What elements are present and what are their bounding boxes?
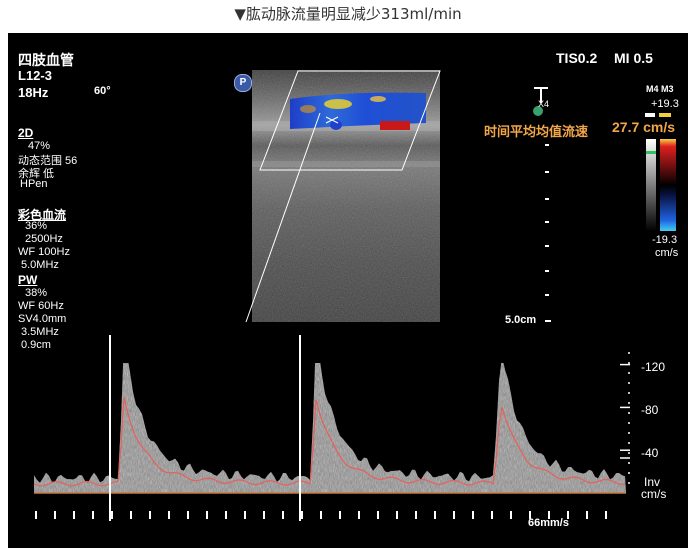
frame-rate: 18Hz — [18, 85, 49, 100]
depth-marker-label: X4 — [538, 99, 550, 109]
pw-depth: 0.9cm — [21, 339, 51, 351]
probe-name: L12-3 — [18, 68, 52, 83]
depth-value: 5.0cm — [505, 314, 537, 326]
doppler-angle: 60° — [94, 85, 111, 97]
velocity-tick-80: -80 — [641, 403, 659, 417]
color-flow-prf: 2500Hz — [25, 233, 63, 245]
pw-wall-filter: WF 60Hz — [18, 300, 64, 312]
measurement-value: 27.7 cm/s — [612, 119, 676, 135]
preset-name: 四肢血管 — [18, 52, 74, 68]
ultrasound-graphics — [33, 70, 676, 521]
doppler-unit: cm/s — [641, 487, 667, 501]
color-map-labels: M4 M3 — [646, 84, 674, 94]
doppler-spectrum — [33, 335, 630, 521]
sweep-speed: 66mm/s — [528, 517, 569, 529]
color-flow-frequency: 5.0MHz — [21, 259, 59, 271]
measurement-label: 时间平均均值流速 — [484, 124, 589, 139]
velocity-tick-40: -40 — [641, 446, 659, 460]
pw-frequency: 3.5MHz — [21, 326, 59, 338]
color-bar-min: -19.3 — [652, 234, 678, 246]
mode-2d-gain: 47% — [28, 140, 51, 152]
probe-badge-icon: P — [234, 74, 252, 92]
pw-gain: 38% — [25, 287, 48, 299]
pw-sample-volume: SV4.0mm — [18, 313, 67, 325]
color-flow-wall-filter: WF 100Hz — [18, 246, 70, 258]
figure-caption: ▼肱动脉流量明显减少313ml/min — [234, 5, 462, 23]
ultrasound-screen: P 四肢血管 L12-3 18Hz 60° 2D 47% 动态范围 56 余辉 … — [8, 33, 688, 548]
b-mode-image — [245, 70, 441, 323]
color-bar-unit: cm/s — [655, 247, 679, 259]
pw-title: PW — [18, 273, 38, 287]
mi-value: MI 0.5 — [614, 50, 653, 66]
color-flow-gain: 36% — [25, 220, 48, 232]
tis-value: TIS0.2 — [556, 50, 598, 66]
color-bar-max: +19.3 — [651, 98, 679, 110]
velocity-tick-120: -120 — [641, 360, 666, 374]
mode-2d-title: 2D — [18, 126, 34, 140]
mode-2d-preset: HPen — [20, 178, 48, 190]
